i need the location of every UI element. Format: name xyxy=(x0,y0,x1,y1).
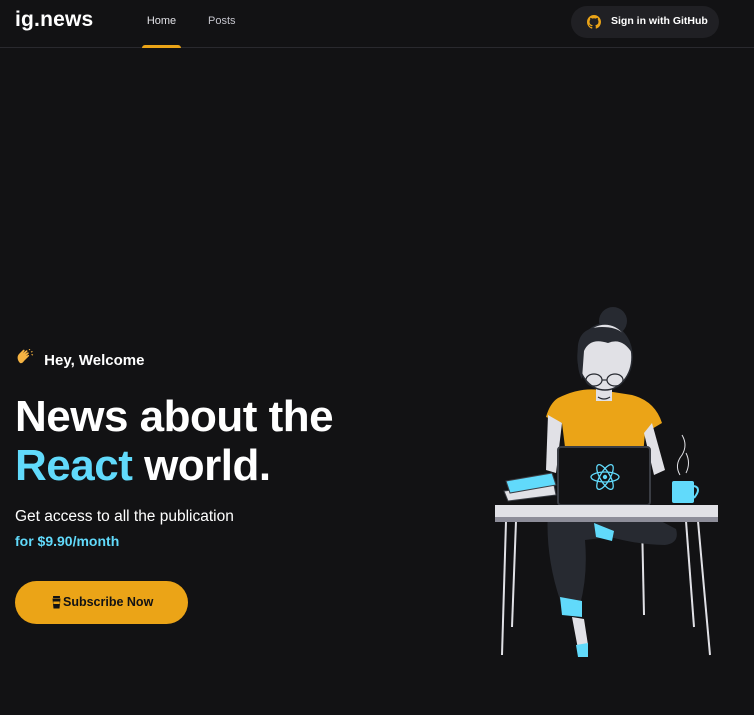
headline-line-1: News about the xyxy=(15,392,334,441)
nav-home-link[interactable]: Home xyxy=(142,0,181,48)
github-icon xyxy=(587,15,601,29)
headline-rest: world. xyxy=(144,441,271,490)
nav-home-label: Home xyxy=(146,15,177,27)
clapping-hands-icon xyxy=(16,348,34,369)
nav-posts-label: Posts xyxy=(208,15,236,27)
woman-at-laptop-illustration xyxy=(495,307,718,657)
main-nav: Home Posts xyxy=(142,0,236,48)
hero-headline: News about the React world. xyxy=(15,392,334,490)
coffee-cup-icon xyxy=(52,596,61,609)
hero-price: for $9.90/month xyxy=(15,533,120,549)
subscribe-label: Subscribe Now xyxy=(63,595,154,609)
signin-github-button[interactable]: Sign in with GitHub xyxy=(571,6,719,38)
nav-posts-link[interactable]: Posts xyxy=(208,0,236,48)
active-nav-indicator xyxy=(142,45,181,48)
greeting-text: Hey, Welcome xyxy=(44,352,145,369)
subscribe-button[interactable]: Subscribe Now xyxy=(15,581,188,624)
signin-label: Sign in with GitHub xyxy=(611,15,708,27)
headline-accent: React xyxy=(15,441,133,490)
site-logo[interactable]: ig.news xyxy=(15,8,93,32)
site-header: ig.news Home Posts Sign in with GitHub xyxy=(0,0,754,48)
greeting: Hey, Welcome xyxy=(16,348,145,369)
hero-subtitle: Get access to all the publication xyxy=(15,508,234,525)
